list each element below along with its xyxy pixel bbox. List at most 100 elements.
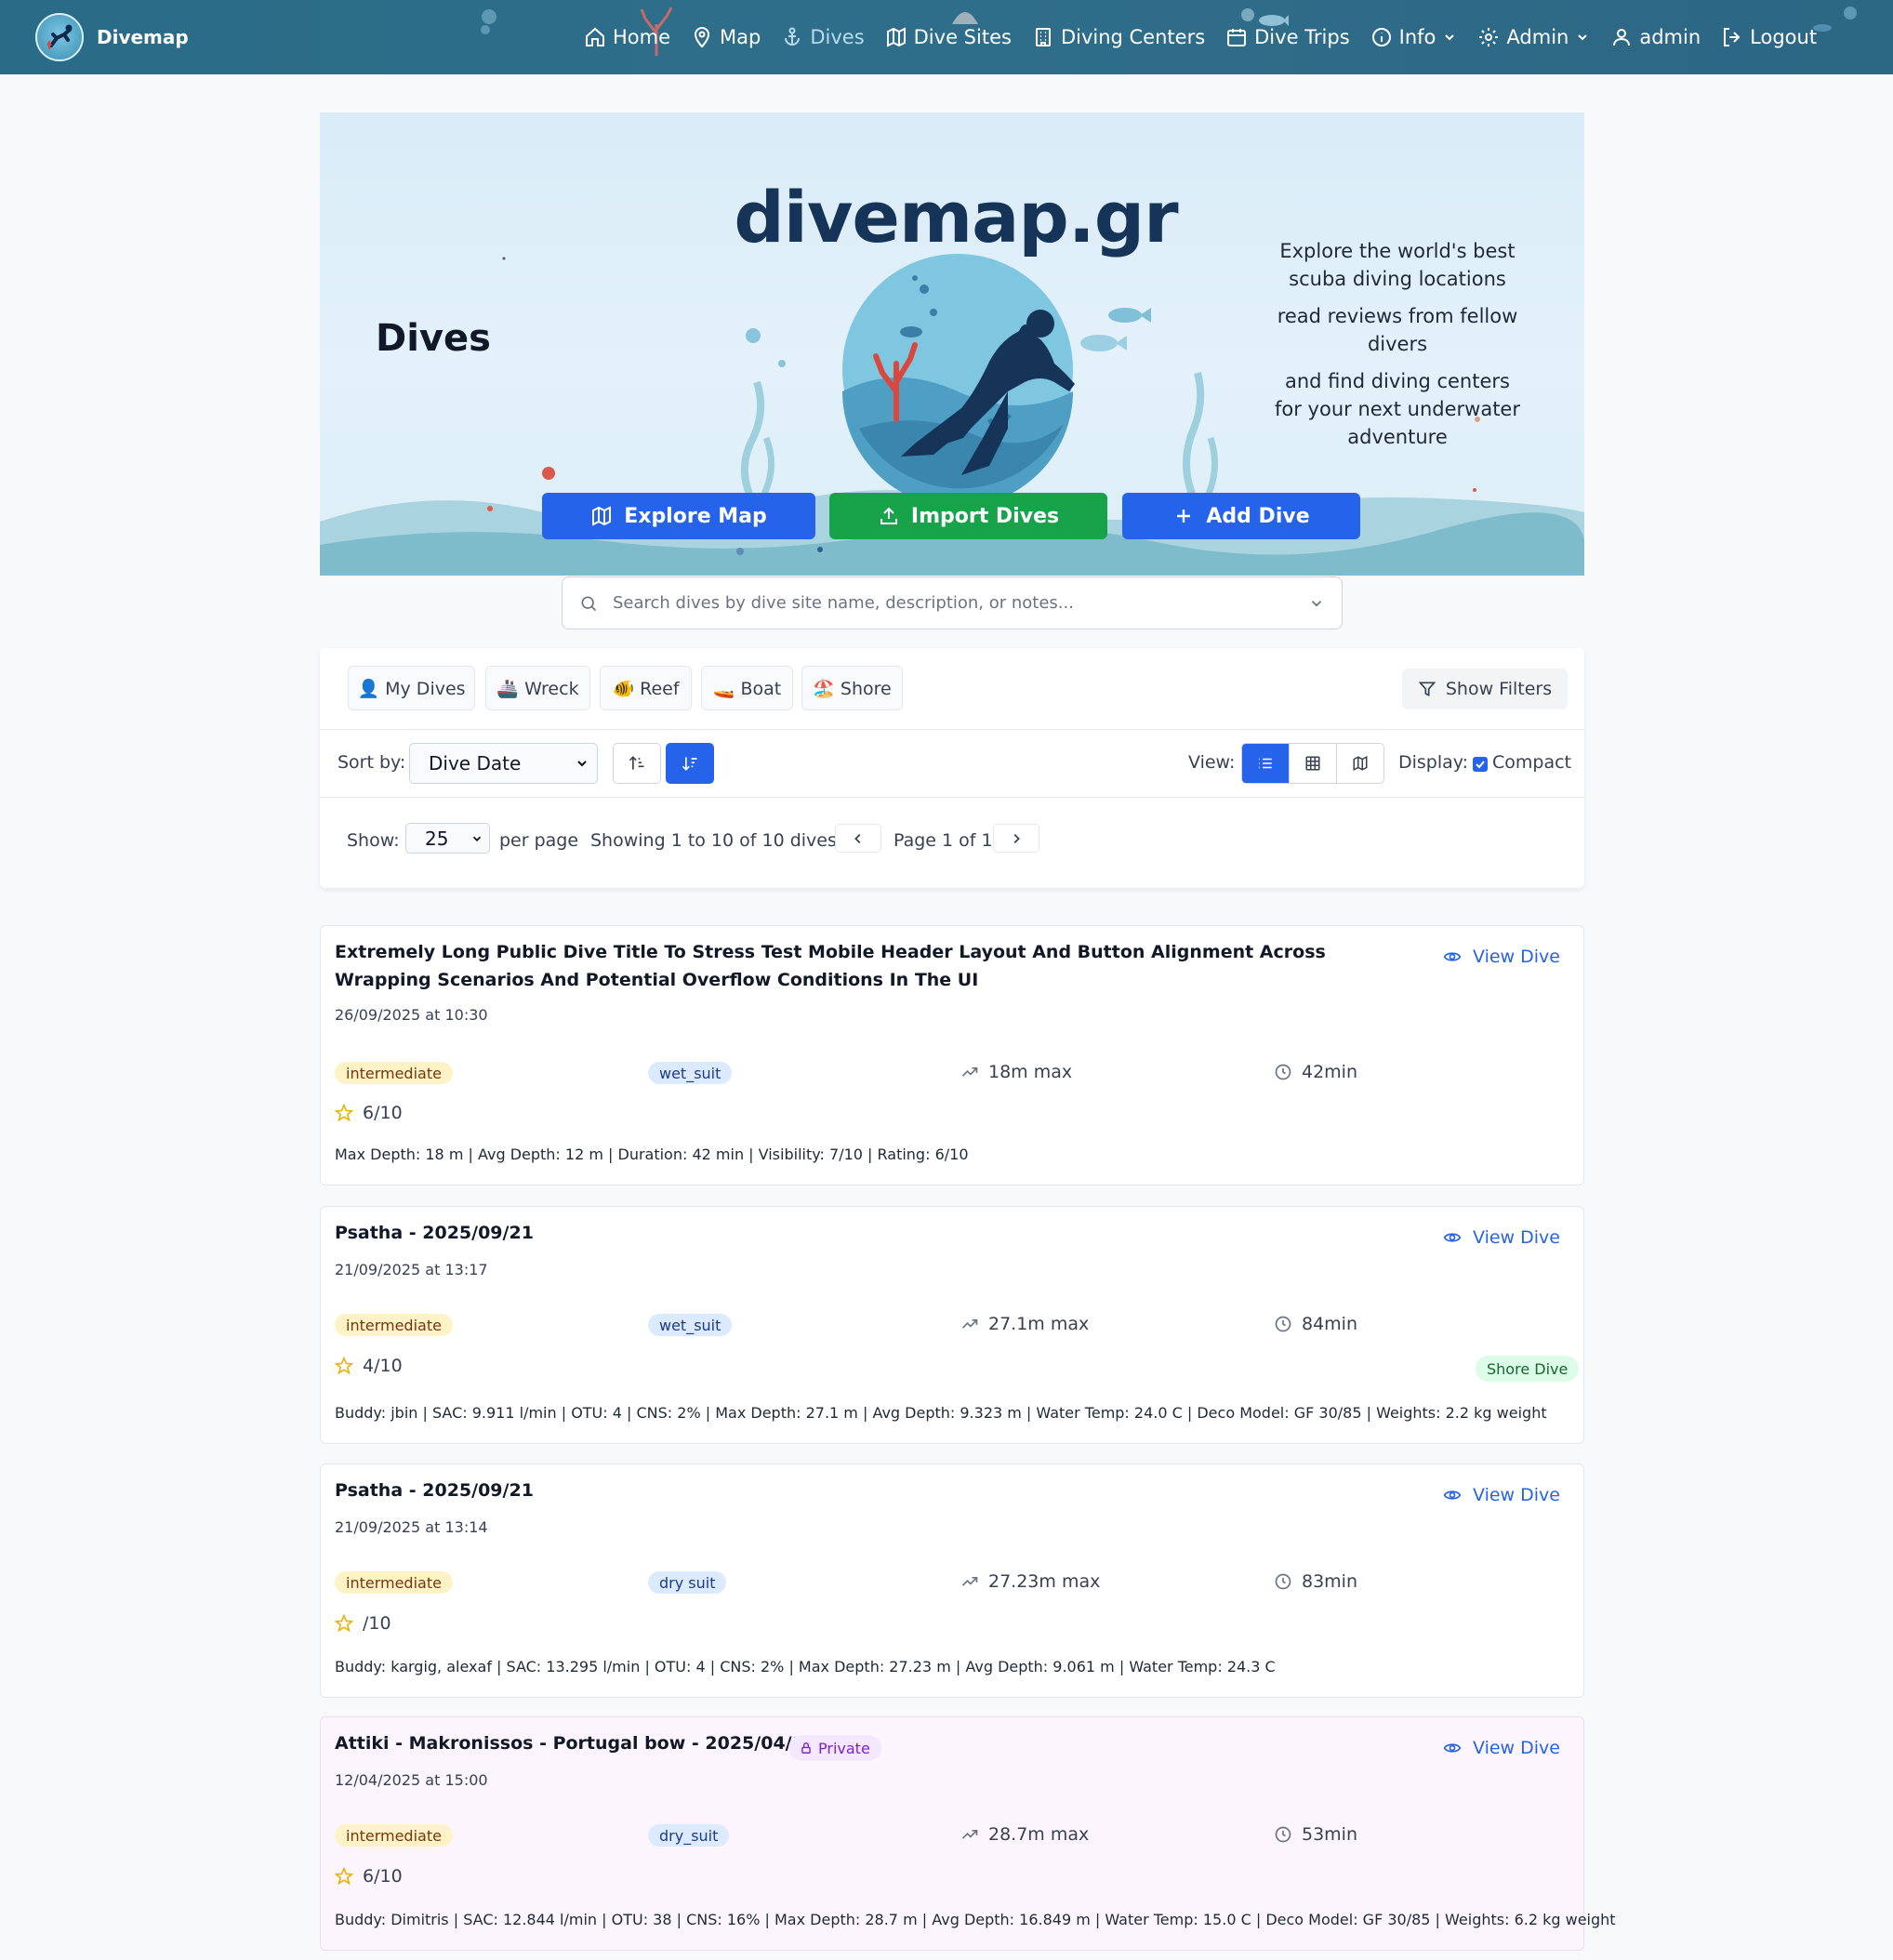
display-label: Display: <box>1398 752 1469 773</box>
nav-logout-label: Logout <box>1750 26 1818 48</box>
filter-wreck-button[interactable]: 🚢 Wreck <box>485 666 590 710</box>
nav-user[interactable]: admin <box>1610 26 1701 48</box>
dive-title[interactable]: Attiki - Makronissos - Portugal bow - 20… <box>335 1729 816 1757</box>
view-dive-button[interactable]: View Dive <box>1443 1485 1560 1505</box>
lock-icon <box>801 1742 811 1754</box>
sort-descending-icon <box>682 757 697 771</box>
suit-badge: wet_suit <box>648 1314 733 1336</box>
compact-checkbox[interactable] <box>1473 757 1488 772</box>
trending-up-icon <box>961 1830 978 1839</box>
dive-title[interactable]: Psatha - 2025/09/21 <box>335 1477 1339 1504</box>
private-badge-label: Private <box>818 1739 870 1757</box>
search-bar <box>562 576 1343 629</box>
info-icon <box>1371 28 1391 46</box>
calendar-icon <box>1227 29 1247 46</box>
rating-value: 6/10 <box>363 1103 403 1123</box>
view-dive-button[interactable]: View Dive <box>1443 1738 1560 1758</box>
user-icon <box>1613 29 1631 46</box>
dive-date: 12/04/2025 at 15:00 <box>335 1771 488 1789</box>
eye-icon <box>1443 1233 1462 1242</box>
max-depth-stat: 27.1m max <box>960 1314 1089 1334</box>
dive-type-badge: Shore Dive <box>1476 1356 1580 1382</box>
page-indicator: Page 1 of 1 <box>894 830 993 851</box>
nav-admin[interactable]: Admin <box>1477 26 1590 48</box>
hero-banner: divemap.gr Dives Explore the world's bes… <box>320 113 1584 576</box>
eye-icon <box>1443 952 1462 961</box>
dive-title[interactable]: Psatha - 2025/09/21 <box>335 1219 1339 1247</box>
nav-dives[interactable]: Dives <box>781 26 865 48</box>
dive-card: Psatha - 2025/09/21 21/09/2025 at 13:14 … <box>320 1463 1584 1698</box>
check-icon <box>1476 761 1485 769</box>
import-dives-button[interactable]: Import Dives <box>829 493 1107 539</box>
search-input[interactable] <box>613 593 1293 613</box>
dive-date: 26/09/2025 at 10:30 <box>335 1006 488 1024</box>
per-page-select[interactable]: 25 <box>405 823 490 854</box>
sort-label: Sort by: <box>338 752 406 773</box>
clock-icon <box>1275 1316 1291 1332</box>
view-dive-button[interactable]: View Dive <box>1443 1227 1560 1248</box>
dive-details: Buddy: kargig, alexaf | SAC: 13.295 l/mi… <box>335 1658 1276 1675</box>
compact-label[interactable]: Compact <box>1492 752 1571 773</box>
nav-info[interactable]: Info <box>1370 26 1458 48</box>
suit-badge: dry_suit <box>648 1824 730 1847</box>
dive-rating: 4/10 <box>335 1356 403 1376</box>
star-icon <box>335 1614 353 1633</box>
filter-boat-button[interactable]: 🚤 Boat <box>701 666 793 710</box>
duration-value: 53min <box>1302 1824 1358 1845</box>
dive-card: Extremely Long Public Dive Title To Stre… <box>320 925 1584 1185</box>
view-dive-label: View Dive <box>1473 1738 1560 1758</box>
nav-dive-sites[interactable]: Dive Sites <box>885 26 1012 48</box>
clock-icon <box>1275 1826 1291 1843</box>
nav-dive-trips-label: Dive Trips <box>1254 26 1350 48</box>
difficulty-badge: intermediate <box>335 1062 453 1084</box>
nav-home[interactable]: Home <box>584 26 670 48</box>
map-icon <box>1353 756 1368 771</box>
difficulty-badge: intermediate <box>335 1314 453 1336</box>
map-view-button[interactable] <box>1337 744 1383 783</box>
filter-my-dives-button[interactable]: 👤 My Dives <box>348 666 475 710</box>
view-dive-button[interactable]: View Dive <box>1443 947 1560 967</box>
next-page-button[interactable] <box>993 824 1039 853</box>
filter-panel: 👤 My Dives 🚢 Wreck 🐠 Reef 🚤 Boat 🏖️ Shor… <box>320 648 1584 888</box>
nav-logout[interactable]: Logout <box>1721 26 1817 48</box>
dive-title[interactable]: Extremely Long Public Dive Title To Stre… <box>335 938 1339 994</box>
sort-descending-button[interactable] <box>666 743 714 784</box>
grid-view-button[interactable] <box>1290 744 1337 783</box>
filter-reef-button[interactable]: 🐠 Reef <box>600 666 692 710</box>
nav-diving-centers-label: Diving Centers <box>1060 26 1206 48</box>
decor-bubble-icon <box>481 9 496 34</box>
prev-page-button[interactable] <box>835 824 881 853</box>
dive-card: Psatha - 2025/09/21 21/09/2025 at 13:17 … <box>320 1206 1584 1444</box>
chevron-down-icon[interactable] <box>1308 595 1325 612</box>
add-dive-button[interactable]: Add Dive <box>1122 493 1360 539</box>
sort-ascending-icon <box>629 756 644 770</box>
explore-map-button[interactable]: Explore Map <box>542 493 815 539</box>
sort-select[interactable]: Dive Date <box>409 743 598 784</box>
star-icon <box>335 1867 353 1886</box>
list-view-button[interactable] <box>1242 744 1290 783</box>
chevron-down-icon <box>472 836 482 841</box>
list-icon <box>1259 758 1272 769</box>
map-icon <box>592 506 612 526</box>
search-icon <box>581 596 597 611</box>
dive-card: Attiki - Makronissos - Portugal bow - 20… <box>320 1716 1616 1951</box>
show-filters-button[interactable]: Show Filters <box>1402 669 1568 709</box>
difficulty-badge: intermediate <box>335 1824 453 1847</box>
suit-badge: wet_suit <box>648 1062 733 1084</box>
brand[interactable]: Divemap <box>35 9 189 65</box>
nav-home-label: Home <box>613 26 671 48</box>
gear-icon <box>1479 28 1499 46</box>
filter-shore-button[interactable]: 🏖️ Shore <box>801 666 903 710</box>
dive-details: Max Depth: 18 m | Avg Depth: 12 m | Dura… <box>335 1146 969 1163</box>
suit-badge: dry suit <box>648 1571 727 1594</box>
nav-user-label: admin <box>1639 26 1701 48</box>
nav-dive-trips[interactable]: Dive Trips <box>1225 26 1350 48</box>
nav-diving-centers[interactable]: Diving Centers <box>1032 26 1205 48</box>
nav-map[interactable]: Map <box>691 26 761 48</box>
top-navbar: Divemap Home Map Dives Dive Sites Diving… <box>0 0 1893 74</box>
quick-filters-row: 👤 My Dives 🚢 Wreck 🐠 Reef 🚤 Boat 🏖️ Shor… <box>320 648 1584 730</box>
sort-ascending-button[interactable] <box>613 743 661 784</box>
duration-stat: 83min <box>1274 1571 1357 1592</box>
rating-value: 6/10 <box>363 1866 403 1887</box>
upload-icon <box>880 507 897 524</box>
